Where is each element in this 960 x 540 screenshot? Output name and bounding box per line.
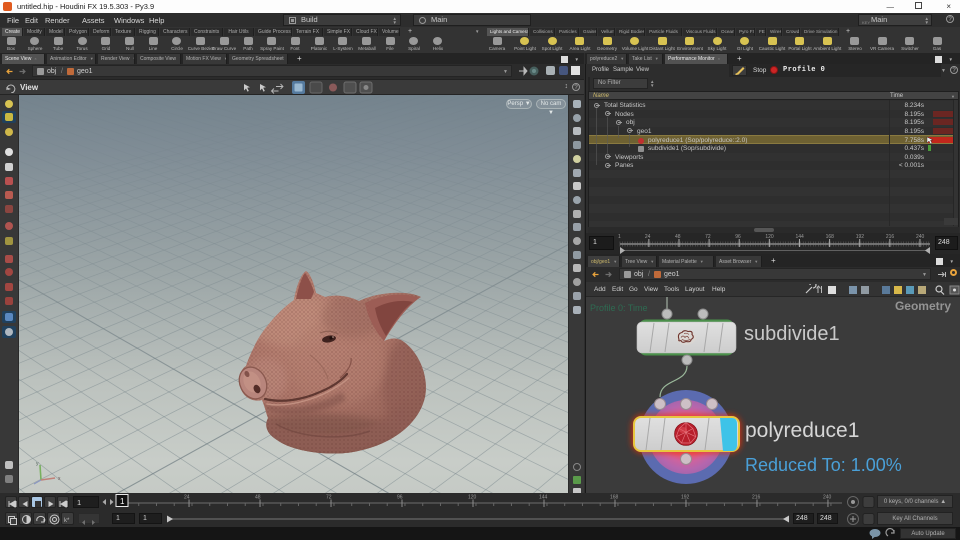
svg-text:96: 96 [397,495,403,501]
svg-text:k*: k* [64,518,70,524]
svg-text:192: 192 [856,234,865,240]
svg-text:24: 24 [645,234,651,240]
svg-text:1: 1 [120,497,125,506]
svg-text:120: 120 [468,495,477,501]
svg-text:144: 144 [539,495,548,501]
svg-text:168: 168 [610,495,619,501]
svg-text:240: 240 [916,234,925,240]
svg-text:x: x [58,476,61,482]
svg-text:192: 192 [681,495,690,501]
svg-text:168: 168 [826,234,835,240]
svg-text:72: 72 [705,234,711,240]
svg-text:y: y [36,461,39,467]
svg-text:144: 144 [795,234,804,240]
svg-text:1: 1 [618,234,621,240]
svg-text:216: 216 [752,495,761,501]
svg-text:96: 96 [735,234,741,240]
svg-text:72: 72 [326,495,332,501]
svg-text:24: 24 [184,495,190,501]
svg-text:120: 120 [765,234,774,240]
svg-text:240: 240 [823,495,832,501]
svg-text:216: 216 [886,234,895,240]
svg-text:48: 48 [675,234,681,240]
svg-text:48: 48 [255,495,261,501]
